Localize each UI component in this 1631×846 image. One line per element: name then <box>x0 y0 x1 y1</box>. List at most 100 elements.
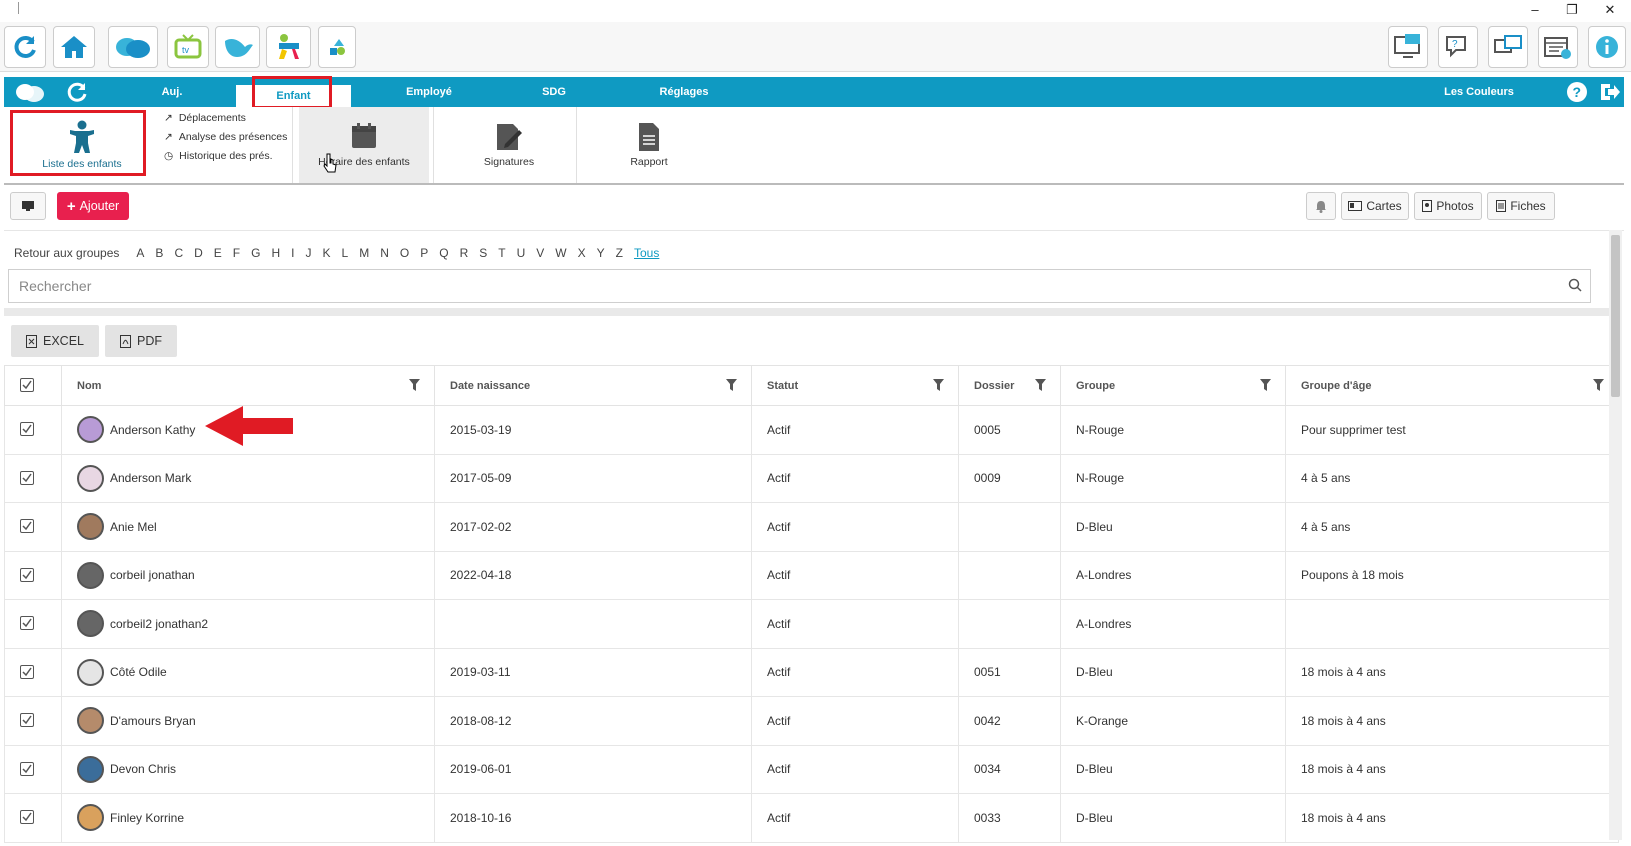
column-header-groupe[interactable]: Groupe <box>1060 365 1286 406</box>
org-name[interactable]: Les Couleurs <box>1424 77 1534 107</box>
table-row[interactable]: Côté Odile 2019-03-11 Actif 0051 D-Bleu 18 mo… <box>4 647 1619 697</box>
child-name[interactable]: D'amours Bryan <box>110 714 196 728</box>
name-cell[interactable]: Anie Mel <box>61 502 435 552</box>
column-header-date-naissance[interactable]: Date naissance <box>434 365 752 406</box>
calendar-clock-button[interactable] <box>1538 26 1578 68</box>
name-cell[interactable]: corbeil jonathan <box>61 550 435 600</box>
name-cell[interactable]: Côté Odile <box>61 647 435 697</box>
letter-c[interactable]: C <box>174 246 183 260</box>
signatures-button[interactable]: Signatures <box>444 107 574 183</box>
row-checkbox-cell[interactable] <box>4 453 62 503</box>
child-name[interactable]: Anie Mel <box>110 520 157 534</box>
row-checkbox[interactable] <box>20 713 34 728</box>
letter-d[interactable]: D <box>194 246 203 260</box>
letter-i[interactable]: I <box>291 246 294 260</box>
row-checkbox[interactable] <box>20 810 34 825</box>
row-checkbox-cell[interactable] <box>4 744 62 794</box>
deplacements-link[interactable]: ↗ Déplacements <box>164 112 246 124</box>
filter-icon[interactable] <box>933 379 944 391</box>
search-input[interactable]: Rechercher <box>8 269 1591 303</box>
analyse-link[interactable]: ↗ Analyse des présences <box>164 131 287 143</box>
display-toggle-button[interactable] <box>10 192 46 220</box>
monitor-mail-button[interactable] <box>1388 26 1428 68</box>
name-cell[interactable]: corbeil2 jonathan2 <box>61 599 435 649</box>
letter-t[interactable]: T <box>498 246 505 260</box>
tab-today[interactable]: Auj. <box>144 77 200 107</box>
letter-l[interactable]: L <box>342 246 349 260</box>
kids-button[interactable] <box>266 26 311 68</box>
letter-all[interactable]: Tous <box>634 246 659 260</box>
filter-icon[interactable] <box>1260 379 1271 391</box>
fiches-button[interactable]: Fiches <box>1487 192 1555 220</box>
tab-employe[interactable]: Employé <box>379 77 479 107</box>
row-checkbox[interactable] <box>20 616 34 631</box>
shapes-button[interactable] <box>318 26 356 68</box>
historique-link[interactable]: ◷ Historique des prés. <box>164 150 273 162</box>
row-checkbox-cell[interactable] <box>4 647 62 697</box>
row-checkbox-cell[interactable] <box>4 550 62 600</box>
screens-button[interactable] <box>1488 26 1528 68</box>
tab-reglages[interactable]: Réglages <box>629 77 739 107</box>
name-cell[interactable]: D'amours Bryan <box>61 696 435 746</box>
letter-j[interactable]: J <box>306 246 312 260</box>
home-button[interactable] <box>53 26 95 68</box>
letter-w[interactable]: W <box>555 246 566 260</box>
excel-export-button[interactable]: EXCEL <box>11 325 99 357</box>
tab-sdg[interactable]: SDG <box>504 77 604 107</box>
row-checkbox-cell[interactable] <box>4 502 62 552</box>
letter-e[interactable]: E <box>214 246 222 260</box>
letter-m[interactable]: M <box>359 246 369 260</box>
letter-g[interactable]: G <box>251 246 260 260</box>
column-header-statut[interactable]: Statut <box>751 365 959 406</box>
minimize-button[interactable]: – <box>1525 2 1545 18</box>
letter-p[interactable]: P <box>420 246 428 260</box>
filter-icon[interactable] <box>1593 379 1604 391</box>
close-button[interactable]: ✕ <box>1600 2 1620 18</box>
child-name[interactable]: Anderson Kathy <box>110 423 195 437</box>
letter-k[interactable]: K <box>323 246 331 260</box>
table-row[interactable]: D'amours Bryan 2018-08-12 Actif 0042 K-Orang… <box>4 696 1619 746</box>
name-cell[interactable]: Anderson Mark <box>61 453 435 503</box>
pdf-export-button[interactable]: PDF <box>105 325 177 357</box>
table-row[interactable]: corbeil jonathan 2022-04-18 Actif A-Londres… <box>4 550 1619 600</box>
letter-b[interactable]: B <box>155 246 163 260</box>
cloud-logo-icon[interactable] <box>14 80 46 104</box>
row-checkbox-cell[interactable] <box>4 405 62 455</box>
photos-button[interactable]: Photos <box>1414 192 1482 220</box>
cards-button[interactable]: Cartes <box>1341 192 1409 220</box>
filter-icon[interactable] <box>409 379 420 391</box>
row-checkbox[interactable] <box>20 519 34 534</box>
child-name[interactable]: corbeil2 jonathan2 <box>110 617 208 631</box>
letter-a[interactable]: A <box>136 246 144 260</box>
column-header-dossier[interactable]: Dossier <box>958 365 1061 406</box>
back-to-groups-link[interactable]: Retour aux groupes <box>14 246 119 260</box>
letter-f[interactable]: F <box>233 246 240 260</box>
table-row[interactable]: Anderson Mark 2017-05-09 Actif 0009 N-Rouge 4… <box>4 453 1619 503</box>
letter-n[interactable]: N <box>380 246 389 260</box>
select-all-checkbox[interactable] <box>20 378 34 392</box>
row-checkbox[interactable] <box>20 567 34 582</box>
table-row[interactable]: corbeil2 jonathan2 Actif A-Londres <box>4 599 1619 649</box>
restore-button[interactable]: ❐ <box>1562 2 1582 18</box>
cloud-app-button[interactable] <box>108 26 158 68</box>
letter-y[interactable]: Y <box>597 246 605 260</box>
filter-icon[interactable] <box>1035 379 1046 391</box>
row-checkbox-cell[interactable] <box>4 696 62 746</box>
row-checkbox[interactable] <box>20 422 34 437</box>
select-all-header[interactable] <box>4 365 62 406</box>
row-checkbox-cell[interactable] <box>4 599 62 649</box>
notifications-button[interactable] <box>1306 192 1336 220</box>
letter-z[interactable]: Z <box>616 246 623 260</box>
letter-q[interactable]: Q <box>439 246 448 260</box>
child-name[interactable]: Côté Odile <box>110 665 167 679</box>
letter-u[interactable]: U <box>517 246 526 260</box>
help-chat-button[interactable]: ? <box>1438 26 1478 68</box>
table-row[interactable]: Devon Chris 2019-06-01 Actif 0034 D-Bleu 18 m… <box>4 744 1619 794</box>
child-name[interactable]: Anderson Mark <box>110 471 191 485</box>
child-name[interactable]: Finley Korrine <box>110 811 184 825</box>
letter-h[interactable]: H <box>271 246 280 260</box>
column-header-nom[interactable]: Nom <box>61 365 435 406</box>
search-icon[interactable] <box>1568 278 1582 292</box>
row-checkbox[interactable] <box>20 761 34 776</box>
info-button[interactable] <box>1588 26 1626 68</box>
